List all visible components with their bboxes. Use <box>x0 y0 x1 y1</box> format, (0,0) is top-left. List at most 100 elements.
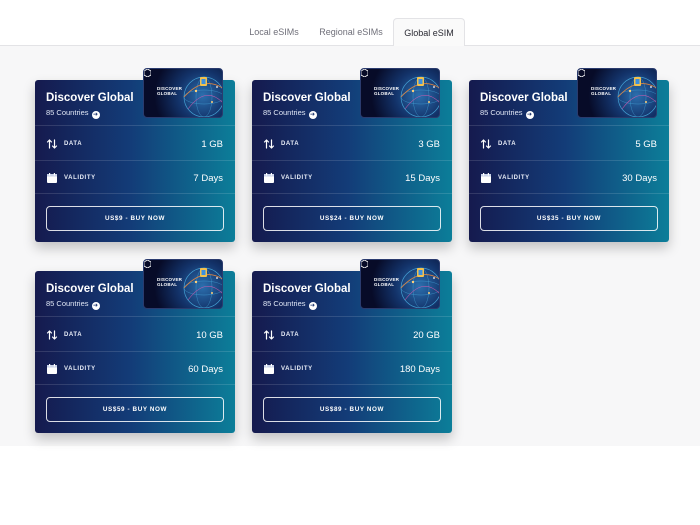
arrow-right-circle-icon[interactable]: ➜ <box>91 111 100 119</box>
sim-card-image: DISCOVER GLOBAL <box>577 68 657 118</box>
sim-brand-text: DISCOVER GLOBAL <box>374 277 399 287</box>
data-value: 3 GB <box>418 139 440 150</box>
buy-now-button[interactable]: US$59 - BUY NOW <box>46 397 224 422</box>
globe-graphic <box>400 267 439 308</box>
arrow-right-circle-icon[interactable]: ➜ <box>308 302 317 310</box>
divider <box>35 125 235 126</box>
brand-logo-icon <box>144 69 151 77</box>
data-label: DATA <box>64 332 83 338</box>
validity-value: 15 Days <box>405 173 440 184</box>
buy-now-button[interactable]: US$9 - BUY NOW <box>46 206 224 231</box>
data-label: DATA <box>498 141 517 147</box>
brand-logo-icon <box>361 260 368 268</box>
buy-now-button[interactable]: US$24 - BUY NOW <box>263 206 441 231</box>
sim-brand-text: DISCOVER GLOBAL <box>157 86 182 96</box>
divider <box>252 384 452 385</box>
tab-local-esims[interactable]: Local eSIMs <box>240 18 308 46</box>
divider <box>469 125 669 126</box>
validity-label: VALIDITY <box>64 366 96 372</box>
plan-title: Discover Global <box>263 92 351 104</box>
sim-brand-line2: GLOBAL <box>157 282 178 287</box>
buy-now-button[interactable]: US$35 - BUY NOW <box>480 206 658 231</box>
up-down-arrows-icon <box>263 330 275 340</box>
calendar-icon <box>264 173 274 183</box>
up-down-arrows-icon <box>46 139 58 149</box>
globe-graphic <box>400 76 439 117</box>
divider <box>252 316 452 317</box>
plan-card-3: DISCOVER GLOBAL Discover Global 85 Count… <box>469 68 669 242</box>
data-value: 5 GB <box>635 139 657 150</box>
data-label: DATA <box>281 332 300 338</box>
plan-card-4: DISCOVER GLOBAL Discover Global 85 Count… <box>35 259 235 433</box>
divider <box>35 160 235 161</box>
data-value: 1 GB <box>201 139 223 150</box>
plan-title: Discover Global <box>263 283 351 295</box>
globe-graphic <box>183 76 222 117</box>
brand-logo-icon <box>144 260 151 268</box>
countries-link[interactable]: 85 Countries ➜ <box>46 108 100 119</box>
divider <box>469 193 669 194</box>
up-down-arrows-icon <box>480 139 492 149</box>
divider <box>252 351 452 352</box>
globe-graphic <box>183 267 222 308</box>
tab-bar: Local eSIMs Regional eSIMs Global eSIM <box>0 0 700 47</box>
divider <box>35 193 235 194</box>
countries-count: 85 Countries <box>46 299 89 308</box>
tab-regional-esims[interactable]: Regional eSIMs <box>310 18 392 46</box>
sim-brand-line2: GLOBAL <box>157 91 178 96</box>
up-down-arrows-icon <box>46 330 58 340</box>
arrow-right-circle-icon[interactable]: ➜ <box>525 111 534 119</box>
divider <box>35 351 235 352</box>
plan-title: Discover Global <box>46 92 134 104</box>
divider <box>252 193 452 194</box>
countries-link[interactable]: 85 Countries ➜ <box>480 108 534 119</box>
page: Local eSIMs Regional eSIMs Global eSIM D… <box>0 0 700 525</box>
countries-count: 85 Countries <box>46 108 89 117</box>
countries-link[interactable]: 85 Countries ➜ <box>46 299 100 310</box>
plan-title: Discover Global <box>480 92 568 104</box>
globe-graphic <box>617 76 656 117</box>
sim-brand-line2: GLOBAL <box>374 91 395 96</box>
arrow-right-circle-icon[interactable]: ➜ <box>91 302 100 310</box>
brand-logo-icon <box>578 69 585 77</box>
brand-logo-icon <box>361 69 368 77</box>
calendar-icon <box>47 364 57 374</box>
plan-card-2: DISCOVER GLOBAL Discover Global 85 Count… <box>252 68 452 242</box>
validity-value: 7 Days <box>193 173 223 184</box>
plan-title: Discover Global <box>46 283 134 295</box>
divider <box>252 125 452 126</box>
sim-brand-line2: GLOBAL <box>591 91 612 96</box>
plan-card-5: DISCOVER GLOBAL Discover Global 85 Count… <box>252 259 452 433</box>
divider <box>252 160 452 161</box>
validity-label: VALIDITY <box>64 175 96 181</box>
sim-brand-text: DISCOVER GLOBAL <box>157 277 182 287</box>
sim-brand-text: DISCOVER GLOBAL <box>591 86 616 96</box>
buy-now-button[interactable]: US$89 - BUY NOW <box>263 397 441 422</box>
sim-brand-line2: GLOBAL <box>374 282 395 287</box>
calendar-icon <box>481 173 491 183</box>
sim-brand-text: DISCOVER GLOBAL <box>374 86 399 96</box>
divider <box>469 160 669 161</box>
data-label: DATA <box>281 141 300 147</box>
countries-link[interactable]: 85 Countries ➜ <box>263 299 317 310</box>
countries-count: 85 Countries <box>480 108 523 117</box>
plan-card-1: DISCOVER GLOBAL Discover Global 85 Count… <box>35 68 235 242</box>
validity-value: 60 Days <box>188 364 223 375</box>
sim-card-image: DISCOVER GLOBAL <box>360 259 440 309</box>
sim-card-image: DISCOVER GLOBAL <box>143 259 223 309</box>
data-value: 10 GB <box>196 330 223 341</box>
validity-value: 30 Days <box>622 173 657 184</box>
sim-card-image: DISCOVER GLOBAL <box>143 68 223 118</box>
countries-count: 85 Countries <box>263 299 306 308</box>
data-value: 20 GB <box>413 330 440 341</box>
countries-count: 85 Countries <box>263 108 306 117</box>
sim-card-image: DISCOVER GLOBAL <box>360 68 440 118</box>
divider <box>35 316 235 317</box>
calendar-icon <box>47 173 57 183</box>
arrow-right-circle-icon[interactable]: ➜ <box>308 111 317 119</box>
calendar-icon <box>264 364 274 374</box>
up-down-arrows-icon <box>263 139 275 149</box>
divider <box>35 384 235 385</box>
countries-link[interactable]: 85 Countries ➜ <box>263 108 317 119</box>
tab-global-esim[interactable]: Global eSIM <box>393 18 465 47</box>
